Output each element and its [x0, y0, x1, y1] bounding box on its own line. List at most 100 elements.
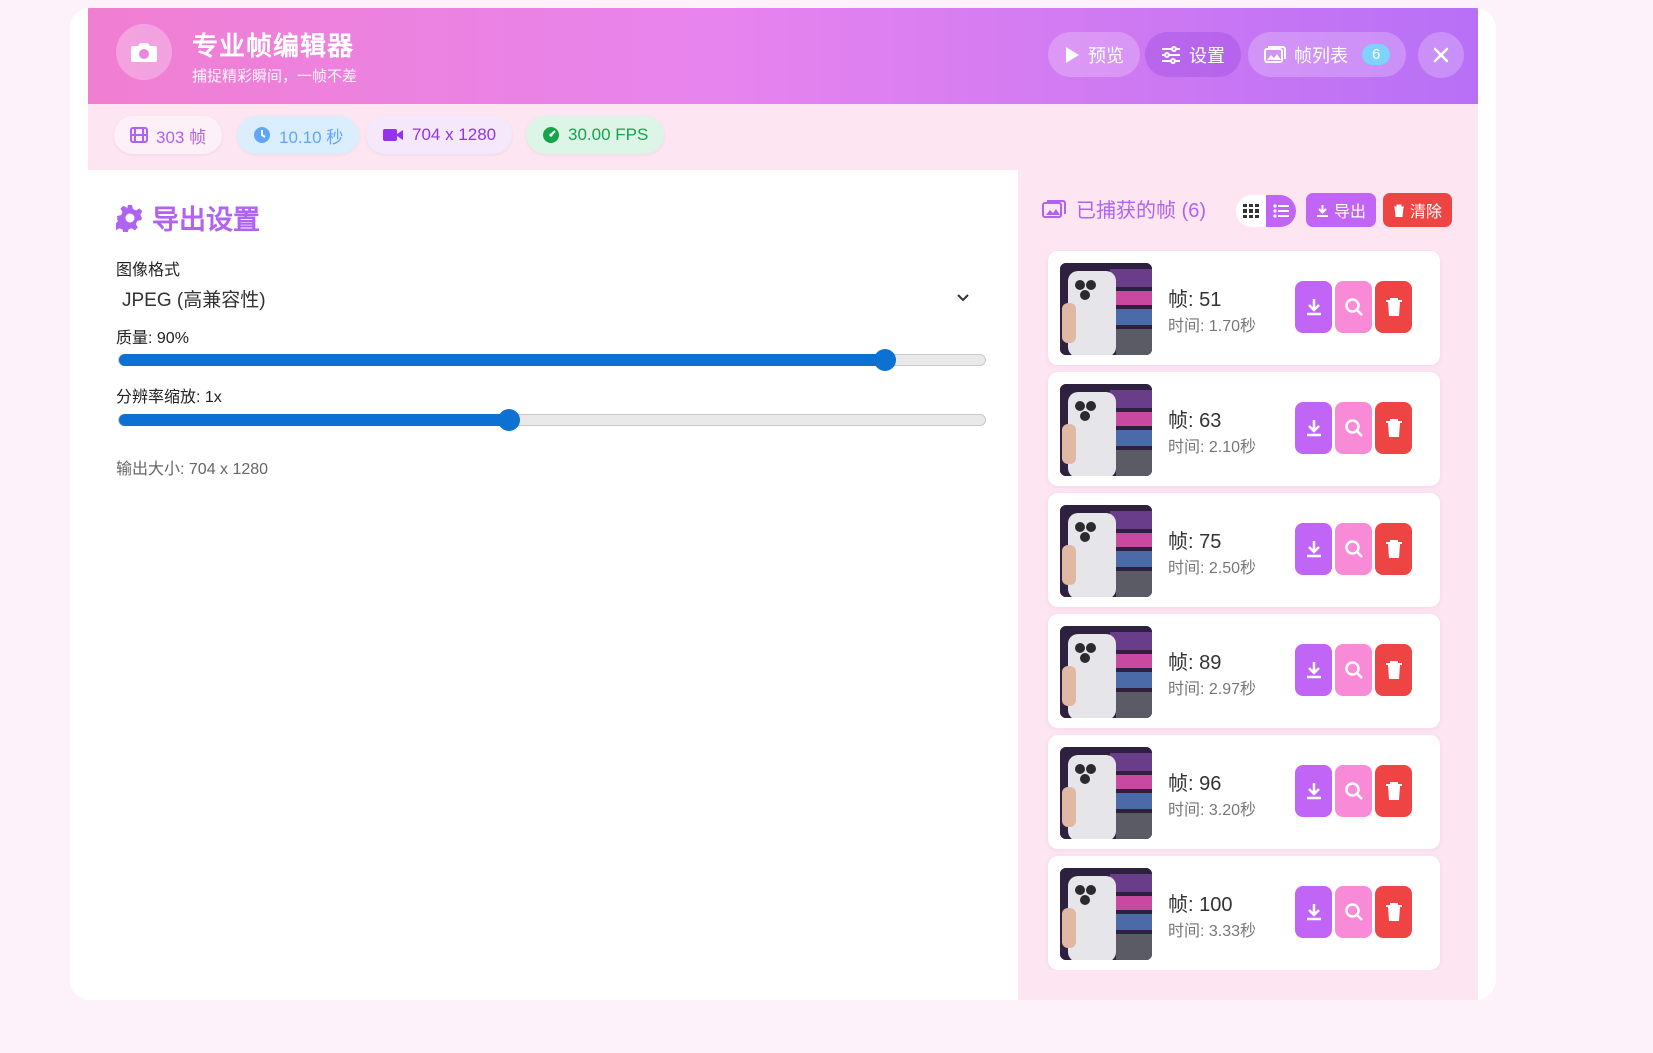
gear-icon: [116, 204, 143, 232]
download-frame-button[interactable]: [1295, 886, 1332, 938]
delete-frame-button[interactable]: [1375, 644, 1412, 696]
list-view-button[interactable]: [1266, 195, 1296, 227]
frame-card[interactable]: 帧: 63 时间: 2.10秒: [1048, 372, 1440, 486]
download-icon: [1304, 660, 1324, 680]
frame-thumbnail[interactable]: [1060, 747, 1152, 839]
zoom-frame-button[interactable]: [1335, 281, 1372, 333]
frame-thumbnail[interactable]: [1060, 626, 1152, 718]
app-title: 专业帧编辑器: [192, 31, 355, 61]
frame-card[interactable]: 帧: 89 时间: 2.97秒: [1048, 614, 1440, 728]
download-icon: [1304, 902, 1324, 922]
scale-label: 分辨率缩放: 1x: [116, 389, 222, 406]
zoom-frame-button[interactable]: [1335, 402, 1372, 454]
zoom-frame-button[interactable]: [1335, 644, 1372, 696]
grid-view-button[interactable]: [1236, 195, 1266, 227]
export-settings-panel: 导出设置 图像格式 JPEG (高兼容性) 质量: 90% 分辨率缩放: 1x …: [88, 170, 1018, 1000]
frame-number: 帧: 75: [1168, 531, 1222, 553]
search-icon: [1344, 660, 1364, 680]
sliders-icon: [1162, 45, 1180, 64]
download-frame-button[interactable]: [1295, 644, 1332, 696]
frame-time: 时间: 3.20秒: [1168, 802, 1257, 819]
list-icon: [1273, 204, 1289, 218]
zoom-frame-button[interactable]: [1335, 886, 1372, 938]
frame-card[interactable]: 帧: 75 时间: 2.50秒: [1048, 493, 1440, 607]
frame-thumbnail[interactable]: [1060, 384, 1152, 476]
download-frame-button[interactable]: [1295, 523, 1332, 575]
frame-number: 帧: 100: [1168, 894, 1233, 916]
resolution-stat: 704 x 1280: [366, 116, 513, 154]
download-icon: [1304, 297, 1324, 317]
frame-number: 帧: 89: [1168, 652, 1222, 674]
trash-icon: [1385, 418, 1403, 438]
video-camera-icon: [383, 129, 403, 141]
zoom-frame-button[interactable]: [1335, 765, 1372, 817]
stats-bar: 303 帧 10.10 秒 704 x 1280 30.00 FPS: [88, 104, 1478, 170]
duration-stat: 10.10 秒: [237, 116, 360, 154]
clock-icon: [254, 127, 270, 143]
frame-time: 时间: 1.70秒: [1168, 318, 1257, 335]
app-subtitle: 捕捉精彩瞬间，一帧不差: [192, 68, 358, 85]
editor-card: 专业帧编辑器 捕捉精彩瞬间，一帧不差 预览 设置 帧列表 6 303 帧 10.…: [70, 8, 1496, 1000]
quality-slider-thumb[interactable]: [874, 349, 897, 371]
download-frame-button[interactable]: [1295, 765, 1332, 817]
frame-thumbnail[interactable]: [1060, 505, 1152, 597]
frame-number: 帧: 51: [1168, 289, 1222, 311]
delete-frame-button[interactable]: [1375, 886, 1412, 938]
trash-icon: [1385, 660, 1403, 680]
search-icon: [1344, 418, 1364, 438]
images-icon: [1042, 199, 1066, 218]
frame-list-button[interactable]: 帧列表 6: [1248, 32, 1407, 77]
download-icon: [1304, 418, 1324, 438]
delete-frame-button[interactable]: [1375, 523, 1412, 575]
frame-number: 帧: 63: [1168, 410, 1222, 432]
grid-icon: [1243, 204, 1259, 218]
captured-frames-heading: 已捕获的帧 (6): [1042, 194, 1206, 223]
format-label: 图像格式: [116, 262, 181, 279]
format-select-value: JPEG (高兼容性): [122, 289, 266, 311]
close-icon: [1433, 47, 1449, 63]
quality-slider[interactable]: [118, 349, 986, 371]
settings-button[interactable]: 设置: [1145, 32, 1241, 77]
header: 专业帧编辑器 捕捉精彩瞬间，一帧不差 预览 设置 帧列表 6: [88, 8, 1478, 104]
download-icon: [1304, 539, 1324, 559]
zoom-frame-button[interactable]: [1335, 523, 1372, 575]
film-icon: [130, 127, 148, 143]
frame-number: 帧: 96: [1168, 773, 1222, 795]
close-button[interactable]: [1418, 32, 1464, 78]
view-toggle: [1236, 195, 1296, 227]
scale-slider[interactable]: [118, 409, 986, 431]
frame-count-badge: 6: [1362, 44, 1391, 65]
trash-icon: [1394, 204, 1404, 217]
delete-frame-button[interactable]: [1375, 765, 1412, 817]
search-icon: [1344, 539, 1364, 559]
search-icon: [1344, 781, 1364, 801]
search-icon: [1344, 902, 1364, 922]
export-all-button[interactable]: 导出: [1306, 193, 1377, 227]
download-frame-button[interactable]: [1295, 281, 1332, 333]
download-icon: [1304, 781, 1324, 801]
scale-slider-thumb[interactable]: [497, 409, 520, 431]
fps-stat: 30.00 FPS: [526, 116, 665, 154]
delete-frame-button[interactable]: [1375, 281, 1412, 333]
format-select[interactable]: JPEG (高兼容性): [116, 282, 976, 314]
chevron-down-icon: [957, 294, 969, 302]
frame-thumbnail[interactable]: [1060, 868, 1152, 960]
download-icon: [1317, 204, 1328, 217]
trash-icon: [1385, 297, 1403, 317]
search-icon: [1344, 297, 1364, 317]
clear-all-button[interactable]: 清除: [1383, 193, 1453, 227]
preview-button[interactable]: 预览: [1048, 32, 1140, 77]
trash-icon: [1385, 539, 1403, 559]
gauge-icon: [543, 127, 559, 143]
download-frame-button[interactable]: [1295, 402, 1332, 454]
quality-label: 质量: 90%: [116, 330, 189, 347]
frame-thumbnail[interactable]: [1060, 263, 1152, 355]
frame-card[interactable]: 帧: 96 时间: 3.20秒: [1048, 735, 1440, 849]
frame-count-stat: 303 帧: [114, 116, 223, 154]
captured-frames-panel: 已捕获的帧 (6) 导出 清除 帧: 51 时间: 1.70秒帧: 63 时间: 2…: [1018, 170, 1478, 1000]
delete-frame-button[interactable]: [1375, 402, 1412, 454]
scale-slider-fill: [119, 414, 509, 426]
frame-card[interactable]: 帧: 100 时间: 3.33秒: [1048, 856, 1440, 970]
output-size-text: 输出大小: 704 x 1280: [116, 461, 269, 478]
frame-card[interactable]: 帧: 51 时间: 1.70秒: [1048, 251, 1440, 365]
